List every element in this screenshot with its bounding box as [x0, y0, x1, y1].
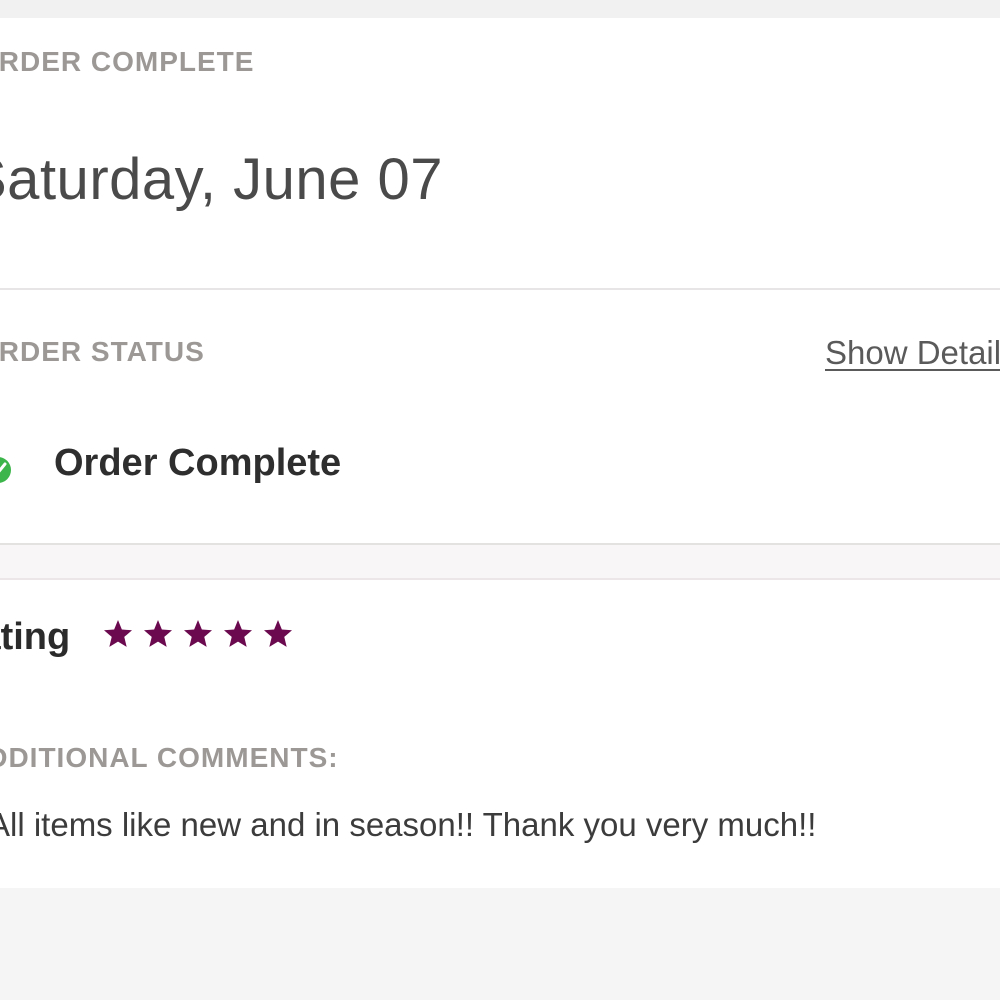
top-strip	[0, 0, 1000, 18]
rating-label: Rating	[0, 616, 71, 658]
review-card: Rating ADDITIONAL COMMENTS: All items li…	[0, 578, 1000, 890]
additional-comments-text: All items like new and in season!! Thank…	[0, 806, 817, 843]
show-details-link[interactable]: Show Details	[825, 334, 1000, 372]
additional-comments-heading: ADDITIONAL COMMENTS:	[0, 742, 339, 773]
star-icon	[184, 620, 212, 647]
page-background-bottom	[0, 888, 1000, 1000]
check-circle-icon	[0, 440, 26, 490]
rating-stars	[102, 618, 294, 650]
order-complete-heading: ORDER COMPLETE	[0, 46, 255, 77]
star-icon	[144, 620, 172, 647]
order-detail-page: ORDER COMPLETE Saturday, June 07 ORDER S…	[0, 0, 1000, 1000]
order-status-heading: ORDER STATUS	[0, 336, 205, 367]
order-complete-card: ORDER COMPLETE Saturday, June 07	[0, 18, 1000, 290]
order-status-text: Order Complete	[54, 442, 342, 484]
star-icon	[104, 620, 132, 647]
order-status-card: ORDER STATUS Show Details Order Complete	[0, 290, 1000, 545]
order-date: Saturday, June 07	[0, 147, 443, 212]
star-icon	[224, 620, 252, 647]
star-icon	[264, 620, 292, 647]
section-divider	[0, 545, 1000, 578]
